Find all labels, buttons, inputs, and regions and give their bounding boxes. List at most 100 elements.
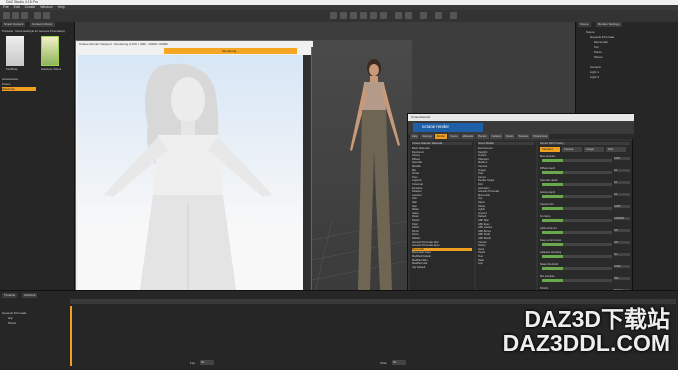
kernel-setting-label: Keep environment bbox=[540, 239, 562, 242]
octane-tab[interactable]: Settings bbox=[420, 134, 434, 139]
kernel-slider[interactable] bbox=[542, 219, 612, 222]
scene-viewport[interactable] bbox=[311, 40, 413, 306]
timeline-track[interactable]: Hip bbox=[8, 316, 13, 320]
scene-node[interactable]: Pants bbox=[594, 50, 628, 54]
scene-node[interactable]: Mona Hair bbox=[594, 40, 628, 44]
slider-fill bbox=[542, 183, 563, 186]
kernel-slider[interactable] bbox=[542, 231, 612, 234]
kernel-setting-value[interactable]: 1000000 bbox=[614, 217, 630, 221]
product-thumbnail-selected[interactable] bbox=[41, 36, 59, 66]
octane-tab[interactable]: Materials bbox=[460, 134, 476, 139]
kernel-setting-label: Adaptive sampling bbox=[540, 251, 562, 254]
scene-node[interactable]: Top bbox=[594, 45, 628, 49]
timeline-track[interactable]: Pelvis bbox=[8, 321, 16, 325]
kernel-slider[interactable] bbox=[542, 255, 612, 258]
scene-node[interactable]: Scene bbox=[586, 30, 620, 34]
timeline-track[interactable]: Genesis 8 Female bbox=[2, 311, 26, 315]
kernel-setting-label: Noise threshold bbox=[540, 263, 559, 266]
tree-item-selected[interactable]: Wardrobe bbox=[2, 87, 36, 91]
kernel-setting-value[interactable]: Off bbox=[614, 241, 630, 245]
tab-content-library[interactable]: Content Library bbox=[30, 22, 55, 27]
octane-tab[interactable]: Textures bbox=[516, 134, 531, 139]
surface-select-icon[interactable] bbox=[380, 12, 387, 19]
kernel-slider[interactable] bbox=[542, 195, 612, 198]
camera-icon[interactable] bbox=[420, 12, 427, 19]
list-item[interactable]: Iray Default bbox=[412, 266, 472, 269]
tab-smart-content[interactable]: Smart Content bbox=[2, 22, 26, 27]
kernel-setting-value[interactable]: On bbox=[614, 253, 630, 257]
tab-scene[interactable]: Scene bbox=[578, 22, 591, 27]
kernel-setting-value[interactable]: 0.020 bbox=[614, 265, 630, 269]
kernel-slider[interactable] bbox=[542, 279, 612, 282]
kernel-setting-value[interactable]: 24 bbox=[614, 193, 630, 197]
octane-tab[interactable]: Camera bbox=[489, 134, 503, 139]
slider-fill bbox=[542, 231, 563, 234]
universal-tool-icon[interactable] bbox=[330, 12, 337, 19]
tab-render-settings[interactable]: Render Settings bbox=[596, 22, 622, 27]
kernel-setting-value[interactable]: 256 bbox=[614, 277, 630, 281]
scene-node[interactable]: Shoes bbox=[594, 55, 628, 59]
rotate-tool-icon[interactable] bbox=[350, 12, 357, 19]
scene-node[interactable]: Genesis 8 Female bbox=[590, 35, 624, 39]
lights-icon[interactable] bbox=[435, 12, 442, 19]
undo-icon[interactable] bbox=[34, 12, 41, 19]
slider-fill bbox=[542, 279, 563, 282]
render-icon[interactable] bbox=[395, 12, 402, 19]
render-window: Octane Render Viewport : Rendering (1700… bbox=[75, 40, 313, 305]
render-settings-icon[interactable] bbox=[405, 12, 412, 19]
octane-tab[interactable]: Nodes bbox=[503, 134, 516, 139]
new-icon[interactable] bbox=[3, 12, 10, 19]
kernel-setting-value[interactable]: 0.000 bbox=[614, 205, 630, 209]
octane-tab[interactable]: Render bbox=[434, 134, 448, 139]
timeline-ruler[interactable] bbox=[70, 299, 676, 304]
tree-item[interactable]: Poses bbox=[2, 82, 36, 86]
kernel-setting-value[interactable]: 16 bbox=[614, 169, 630, 173]
kernel-slider[interactable] bbox=[542, 183, 612, 186]
open-icon[interactable] bbox=[12, 12, 19, 19]
scene-node[interactable]: Light 1 bbox=[590, 70, 624, 74]
render-figure bbox=[103, 63, 273, 304]
save-icon[interactable] bbox=[21, 12, 28, 19]
kernel-slider[interactable] bbox=[542, 243, 612, 246]
kernel-tab[interactable]: Camera bbox=[562, 147, 582, 152]
kernel-setting-label: Caustic blur bbox=[540, 203, 554, 206]
octane-tab[interactable]: Scene bbox=[448, 134, 460, 139]
content-library-panel: Smart Content Content Library Products :… bbox=[0, 22, 75, 290]
scene-node[interactable]: Camera bbox=[590, 65, 624, 69]
total-label: Total bbox=[380, 361, 387, 365]
kernel-setting-value[interactable]: 16 bbox=[614, 181, 630, 185]
translate-tool-icon[interactable] bbox=[340, 12, 347, 19]
scene-node[interactable]: Light 2 bbox=[590, 75, 624, 79]
kernel-setting-value[interactable]: Off bbox=[614, 229, 630, 233]
watermark: DAZ3D下载站 DAZ3DDL.COM bbox=[503, 307, 670, 355]
kernel-slider[interactable] bbox=[542, 159, 612, 162]
tab-aniblock[interactable]: Aniblock bbox=[22, 293, 38, 298]
octane-scene-list: Scene Builder Environment Daylight Texture P… bbox=[476, 141, 536, 306]
scale-tool-icon[interactable] bbox=[360, 12, 367, 19]
redo-icon[interactable] bbox=[43, 12, 50, 19]
total-input[interactable]: 30 bbox=[392, 360, 406, 365]
kernel-slider[interactable] bbox=[542, 207, 612, 210]
kernel-slider[interactable] bbox=[542, 171, 612, 174]
octane-tab[interactable]: Render bbox=[476, 134, 489, 139]
slider-fill bbox=[542, 219, 563, 222]
kernel-tab[interactable]: Post bbox=[606, 147, 626, 152]
fps-input[interactable]: 30 bbox=[200, 360, 214, 365]
timeline-scrubber[interactable] bbox=[70, 306, 72, 366]
slider-fill bbox=[542, 267, 563, 270]
kernel-tab[interactable]: Standard bbox=[540, 147, 560, 152]
list-item[interactable]: Lips bbox=[478, 262, 534, 265]
octane-logo: octane render bbox=[413, 123, 483, 132]
product-thumbnail[interactable] bbox=[6, 36, 24, 66]
tab-timeline[interactable]: Timeline bbox=[2, 293, 18, 298]
tree-item[interactable]: Accessories bbox=[2, 77, 36, 81]
octane-title: OctaneRender bbox=[408, 114, 634, 121]
node-select-icon[interactable] bbox=[370, 12, 377, 19]
render-canvas bbox=[78, 55, 303, 304]
kernel-slider[interactable] bbox=[542, 267, 612, 270]
octane-tab[interactable]: Help bbox=[410, 134, 420, 139]
kernel-tab[interactable]: Imager bbox=[584, 147, 604, 152]
primitives-icon[interactable] bbox=[450, 12, 457, 19]
kernel-setting-value[interactable]: 1000 bbox=[614, 157, 630, 161]
octane-tab[interactable]: Postprocess bbox=[531, 134, 550, 139]
